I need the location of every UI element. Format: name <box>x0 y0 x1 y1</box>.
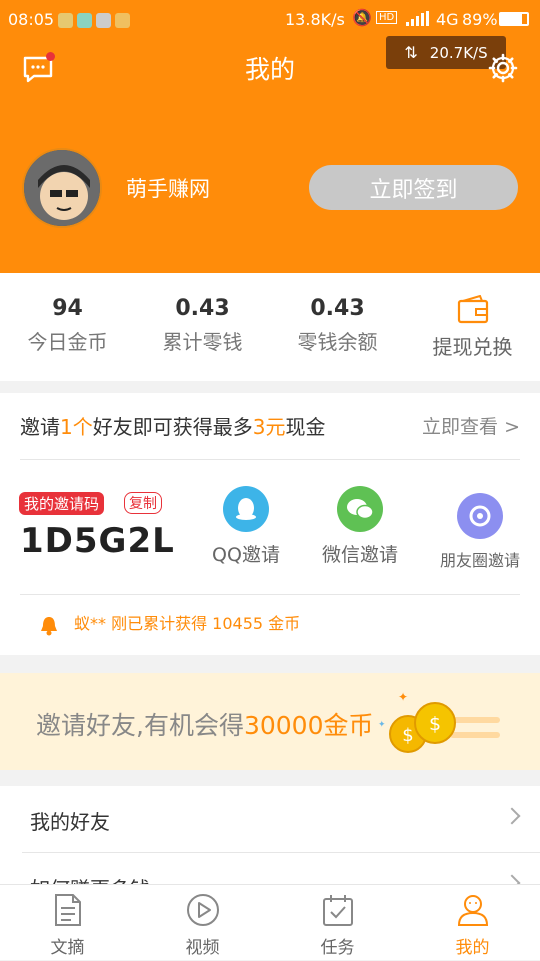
wechat-icon <box>337 486 383 532</box>
stat-value: 0.43 <box>310 296 365 321</box>
qq-invite-button[interactable]: QQ邀请 <box>186 486 306 567</box>
invite-headline-highlight: 1个 <box>60 415 93 439</box>
stat-label: 累计零钱 <box>162 330 243 354</box>
nickname[interactable]: 萌手赚网 <box>126 173 210 203</box>
invite-code-label: 我的邀请码 <box>19 492 105 515</box>
reward-notice: 蚁** 刚已累计获得 10455 金币 <box>74 614 301 633</box>
tab-mine[interactable]: 我的 <box>405 885 540 961</box>
stat-value: 94 <box>52 296 83 321</box>
calendar-check-icon <box>270 893 405 931</box>
banner-text-part: 邀请好友,有机会得 <box>36 711 244 740</box>
invite-headline-part: 好友即可获得最多 <box>92 415 253 439</box>
bell-icon <box>38 615 60 641</box>
invite-headline-part: 邀请 <box>20 415 60 439</box>
svg-text:✦: ✦ <box>398 690 408 704</box>
copy-button[interactable]: 复制 <box>124 492 162 514</box>
status-net-speed: 13.8K/s <box>285 10 345 29</box>
gold-coins-icon: $ $ ✦ ✦ <box>370 687 510 766</box>
bottom-tab-bar: 文摘 视频 任务 我的 <box>0 884 540 960</box>
invite-headline-highlight: 3元 <box>252 415 286 439</box>
banner-text: 邀请好友,有机会得30000金币 <box>36 706 373 742</box>
chevron-right-icon <box>503 807 521 825</box>
mute-icon: 🔕 <box>352 8 372 27</box>
play-icon <box>135 893 270 931</box>
tab-video[interactable]: 视频 <box>135 885 270 961</box>
stat-value: 0.43 <box>175 296 230 321</box>
wallet-icon <box>405 294 540 329</box>
tab-label: 文摘 <box>50 938 85 958</box>
banner-text-highlight: 30000金币 <box>243 711 374 740</box>
tab-tasks[interactable]: 任务 <box>270 885 405 961</box>
stat-label: 提现兑换 <box>432 335 513 359</box>
qq-invite-label: QQ邀请 <box>212 544 280 566</box>
document-icon <box>0 893 135 931</box>
stat-balance[interactable]: 0.43 零钱余额 <box>270 273 405 381</box>
signal-icon <box>402 11 432 31</box>
svg-text:$: $ <box>402 725 413 746</box>
view-now-link[interactable]: 立即查看 > <box>422 412 520 439</box>
svg-text:✦: ✦ <box>378 720 386 730</box>
status-hd: HD <box>376 11 398 24</box>
stat-withdraw[interactable]: 提现兑换 <box>405 273 540 381</box>
divider <box>20 594 520 595</box>
stats-row: 94 今日金币 0.43 累计零钱 0.43 零钱余额 提现兑换 <box>0 273 540 381</box>
invite-headline: 邀请1个好友即可获得最多3元现金 <box>20 411 325 440</box>
page-title: 我的 <box>244 55 295 84</box>
wechat-invite-label: 微信邀请 <box>321 544 398 566</box>
status-notification-icons <box>58 10 134 29</box>
camera-aperture-icon <box>457 493 503 539</box>
avatar-image <box>24 150 100 226</box>
download-notify-icon <box>96 13 111 28</box>
moments-invite-label: 朋友圈邀请 <box>439 551 520 570</box>
invite-section: 邀请1个好友即可获得最多3元现金 立即查看 > 我的邀请码 复制 1D5G2L … <box>0 393 540 655</box>
divider <box>20 459 520 460</box>
list-item-label: 我的好友 <box>30 810 110 834</box>
scan-notify-icon <box>77 13 92 28</box>
profile-header: 08:05 13.8K/s 🔕 HD 4G 89% ⇅ 20.7K/S 我的 萌… <box>0 0 540 273</box>
battery-icon <box>499 12 529 26</box>
tab-label: 视频 <box>185 938 220 958</box>
status-time: 08:05 <box>8 10 55 29</box>
gear-icon <box>488 53 518 83</box>
tab-digest[interactable]: 文摘 <box>0 885 135 961</box>
signin-button[interactable]: 立即签到 <box>309 165 518 210</box>
moments-invite-button[interactable]: 朋友圈邀请 <box>420 493 540 571</box>
stat-label: 今日金币 <box>27 330 108 354</box>
invite-headline-part: 现金 <box>285 415 326 439</box>
wechat-invite-button[interactable]: 微信邀请 <box>300 486 420 567</box>
coin-notify-icon <box>115 13 130 28</box>
avatar[interactable] <box>22 148 102 228</box>
tab-label: 任务 <box>320 938 355 958</box>
qq-icon <box>223 486 269 532</box>
app-notify-icon <box>58 13 73 28</box>
status-battery: 89% <box>462 10 498 29</box>
invite-code: 1D5G2L <box>20 521 175 561</box>
invite-banner[interactable]: 邀请好友,有机会得30000金币 $ $ ✦ ✦ <box>0 673 540 770</box>
tab-label: 我的 <box>455 938 490 958</box>
status-network: 4G <box>436 10 459 29</box>
svg-text:$: $ <box>429 713 441 735</box>
person-icon <box>405 893 540 931</box>
stat-today-coins[interactable]: 94 今日金币 <box>0 273 135 381</box>
settings-button[interactable] <box>487 52 519 84</box>
list-item-my-friends[interactable]: 我的好友 <box>0 786 540 852</box>
stat-total-change[interactable]: 0.43 累计零钱 <box>135 273 270 381</box>
stat-label: 零钱余额 <box>297 330 378 354</box>
